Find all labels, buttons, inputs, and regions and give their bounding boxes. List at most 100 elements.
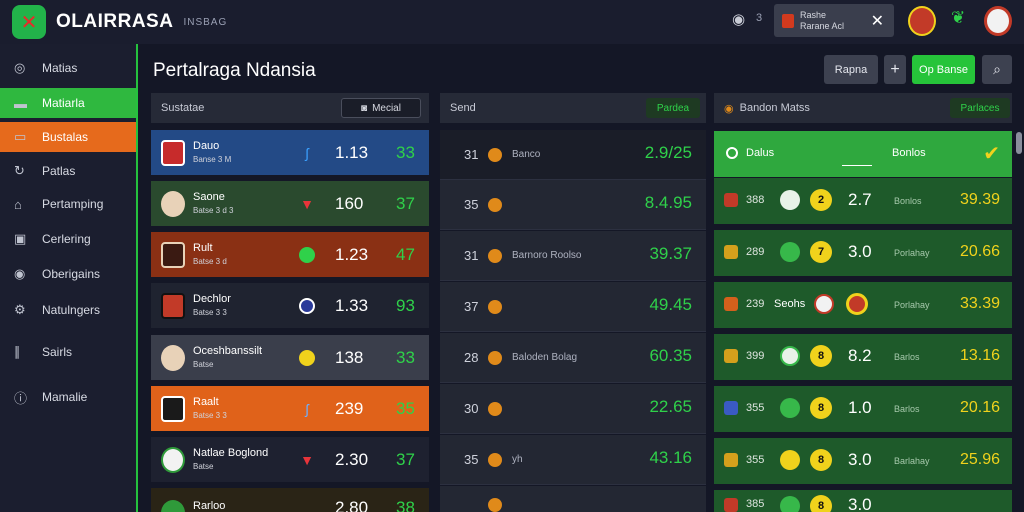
sidebar-item-mamalie[interactable]: ⓘ Mamalie <box>0 382 136 412</box>
match-odd: 60.35 <box>649 346 692 365</box>
result-odd: 20.16 <box>959 399 1000 416</box>
info-icon: ⓘ <box>14 390 28 406</box>
sidebar-item-oberigains[interactable]: ◉ Oberigains <box>0 259 136 289</box>
team-crest-icon <box>161 292 185 319</box>
result-badge: 7 <box>810 241 832 263</box>
flag-icon <box>724 193 738 207</box>
home-icon: ⌂ <box>14 196 22 212</box>
add-button[interactable]: + <box>884 55 906 84</box>
result-row[interactable]: 289 7 3.0 Porlahay 20.66 <box>714 230 1012 276</box>
team-row[interactable]: Saone Batse 3 d 3 ▼ 160 37 <box>151 181 429 226</box>
sidebar-item-natulngers[interactable]: ⚙ Natulngers <box>0 295 136 325</box>
sidebar-item-pertamping[interactable]: ⌂ Pertamping <box>0 189 136 219</box>
result-badge: 2 <box>810 189 832 211</box>
page-title: Pertalraga Ndansia <box>153 60 316 81</box>
result-score: 8.2 <box>848 346 872 365</box>
result-row[interactable]: 385 8 3.0 <box>714 490 1012 512</box>
match-row[interactable]: 31 Barnoro Roolso 39.37 <box>440 231 706 281</box>
match-row[interactable]: 28 Baloden Bolag 60.35 <box>440 333 706 383</box>
mode-dropdown[interactable]: ◙ Mecial <box>341 98 421 118</box>
match-row[interactable]: 35 yh 43.16 <box>440 435 706 485</box>
result-tag: Barlos <box>894 404 920 414</box>
result-row[interactable]: 239 Seohs Porlahay 33.39 <box>714 282 1012 328</box>
selected-match-row[interactable]: Dalus Bonlos ✔ <box>714 131 1012 177</box>
sidebar-item-matiarla[interactable]: ▬ Matiarla <box>0 88 136 118</box>
flag-icon <box>724 498 738 512</box>
result-badge: 8 <box>810 397 832 419</box>
team-crest-icon <box>161 395 185 422</box>
team-value: 160 <box>335 193 364 213</box>
team-crest-icon <box>161 500 185 512</box>
team-sub: Batse <box>193 360 214 369</box>
team-name: Dauo <box>193 140 220 152</box>
sidebar-item-matias[interactable]: ◎ Matias <box>0 53 136 83</box>
result-badge: 8 <box>810 495 832 512</box>
match-row[interactable]: 35 8.4.95 <box>440 180 706 230</box>
right-panel-pill[interactable]: Parlaces <box>950 98 1010 118</box>
team-sub: Banse 3 M <box>193 155 232 164</box>
chat-count: 3 <box>756 12 763 24</box>
team-score: 33 <box>396 347 415 367</box>
notification-line1: Rashe <box>800 9 827 20</box>
team-value: 239 <box>335 398 364 418</box>
team-row[interactable]: Rult Batse 3 d 1.23 47 <box>151 232 429 277</box>
team-row[interactable]: Rarloo 2.80 38 <box>151 488 429 512</box>
match-row[interactable]: 30 22.65 <box>440 384 706 434</box>
brand-title: OLAIRRASA <box>56 11 174 32</box>
scrollbar[interactable] <box>1016 132 1022 154</box>
team-row[interactable]: Raalt Batse 3 3 ʃ 239 35 <box>151 386 429 431</box>
match-odd: 8.4.95 <box>644 193 692 212</box>
status-icon: ʃ <box>305 400 309 417</box>
match-odd: 39.37 <box>649 244 692 263</box>
team-score: 37 <box>396 449 415 469</box>
team-name: Dechlor <box>193 293 231 305</box>
club-badge-icon[interactable] <box>908 6 936 36</box>
middle-panel-pill[interactable]: Pardea <box>646 98 700 118</box>
match-number: 35 <box>464 197 479 212</box>
link-icon: ∥ <box>14 344 21 359</box>
match-odd: 2.9/25 <box>644 143 692 162</box>
team-row[interactable]: Dechlor Batse 3 3 1.33 93 <box>151 283 429 328</box>
pennant-icon: ▼ <box>300 195 314 212</box>
result-number: 385 <box>746 498 765 510</box>
team-row[interactable]: Natlae Boglond Batse ▼ 2.30 37 <box>151 437 429 482</box>
app-logo[interactable]: ✕ <box>12 5 46 39</box>
match-number: 35 <box>464 452 479 467</box>
club-icon <box>780 496 800 512</box>
result-row[interactable]: 399 8 8.2 Barlos 13.16 <box>714 334 1012 380</box>
match-row[interactable] <box>440 486 706 512</box>
avatar[interactable] <box>984 6 1012 36</box>
sidebar-item-bustalas[interactable]: ▭ Bustalas <box>0 122 136 152</box>
sidebar-item-sairls[interactable]: ∥ Sairls <box>0 337 136 367</box>
result-row[interactable]: 388 2 2.7 Bonlos 39.39 <box>714 178 1012 224</box>
team-row[interactable]: Oceshbanssilt Batse 138 33 <box>151 335 429 380</box>
team-crest-icon <box>161 139 185 166</box>
search-icon[interactable]: ⌕ <box>982 55 1012 84</box>
match-row[interactable]: 31 Banco 2.9/25 <box>440 130 706 180</box>
left-panel-header: Sustatae ◙ Mecial <box>151 93 429 123</box>
chat-icon[interactable]: ◉ <box>732 10 745 28</box>
match-number: 30 <box>464 401 479 416</box>
leaf-icon[interactable]: ❦ <box>951 8 965 28</box>
result-row[interactable]: 355 8 3.0 Barlahay 25.96 <box>714 438 1012 484</box>
action-button[interactable]: Op Banse <box>912 55 975 84</box>
result-number: 388 <box>746 194 765 206</box>
team-name: Rarloo <box>193 500 226 512</box>
result-odd: 39.39 <box>959 191 1000 208</box>
result-odd: 13.16 <box>959 347 1000 364</box>
team-score: 93 <box>396 295 415 315</box>
result-score: 3.0 <box>848 495 872 512</box>
sidebar-item-cerlering[interactable]: ▣ Cerlering <box>0 224 136 254</box>
sidebar-item-patlas[interactable]: ↻ Patlas <box>0 156 136 186</box>
refresh-icon: ↻ <box>14 163 25 178</box>
match-row[interactable]: 37 49.45 <box>440 282 706 332</box>
filter-button[interactable]: Rapna <box>824 55 878 84</box>
close-icon[interactable]: ✕ <box>871 11 884 31</box>
team-score: 47 <box>396 244 415 264</box>
result-score: 1.0 <box>848 398 872 417</box>
result-row[interactable]: 355 8 1.0 Barlos 20.16 <box>714 386 1012 432</box>
result-odd: 20.66 <box>959 243 1000 260</box>
team-row[interactable]: Dauo Banse 3 M ʃ 1.13 33 <box>151 130 429 175</box>
notification-card[interactable]: Rashe Rarane Acl ✕ <box>774 4 894 37</box>
result-tag: Barlahay <box>894 456 930 466</box>
